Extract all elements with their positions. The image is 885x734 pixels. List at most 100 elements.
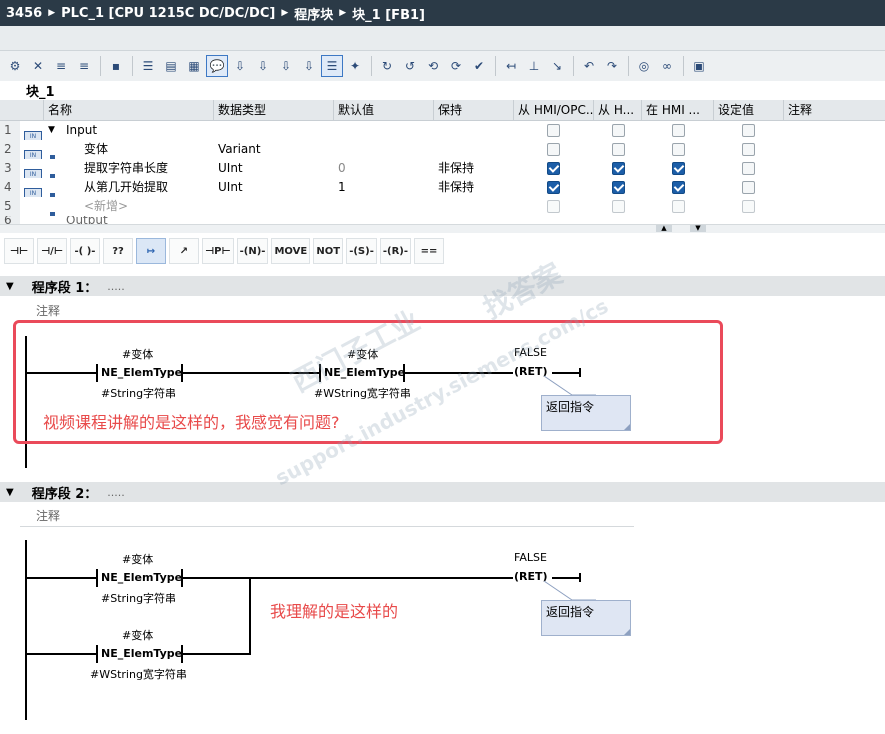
set-coil-button[interactable]: -(S)- [346,238,377,264]
network-2-header[interactable]: ▼ 程序段 2： ..... [0,482,885,502]
close-all-networks-icon[interactable]: ▤ [160,55,182,77]
column-accessible-hmi[interactable]: 从 HMI/OPC... [514,100,594,120]
column-visible-hmi[interactable]: 在 HMI ... [642,100,714,120]
row-datatype[interactable]: Variant [218,140,332,159]
scroll-down-icon[interactable]: ▼ [690,225,706,232]
go-to-error-icon[interactable]: ↻ [376,55,398,77]
hmi-accessible-checkbox[interactable] [547,181,560,194]
scroll-up-icon[interactable]: ▲ [656,225,672,232]
coil-button[interactable]: -( )- [70,238,100,264]
contact-type[interactable]: #String字符串 [101,590,176,606]
breadcrumb-block[interactable]: 块_1 [FB1] [352,4,425,23]
ne-elemtype-contact[interactable]: NE_ElemType [101,571,182,584]
hmi-accessible-checkbox[interactable] [547,200,560,213]
hmi-visible-checkbox[interactable] [672,143,685,156]
compare-left-icon[interactable]: ↶ [578,55,600,77]
compare-button[interactable]: == [414,238,445,264]
network-title-placeholder[interactable]: ..... [107,486,124,499]
monitoring-glasses-icon[interactable]: ◎ [633,55,655,77]
absolute-operands-icon[interactable]: ⇩ [229,55,251,77]
previous-error-icon[interactable]: ⟲ [422,55,444,77]
network-comment[interactable]: 注释 [20,300,634,322]
breadcrumb-plc[interactable]: PLC_1 [CPU 1215C DC/DC/DC] [61,6,275,21]
p-contact-button[interactable]: ⊣P⊢ [202,238,234,264]
open-branch-button[interactable]: ↦ [136,238,166,264]
hmi-visible-checkbox[interactable] [672,200,685,213]
contact-type[interactable]: #WString宽字符串 [90,666,187,682]
download-icon[interactable]: ▣ [688,55,710,77]
collapse-triangle-icon[interactable]: ▼ [6,281,14,292]
insert-network-icon[interactable]: ⚙ [4,55,26,77]
ret-value[interactable]: FALSE [514,551,547,564]
hmi-writable-checkbox[interactable] [612,162,625,175]
table-row[interactable]: 1 IN ▼ Input [0,121,885,141]
breadcrumb-project[interactable]: 3456 [6,6,42,21]
toggle-interface-icon[interactable]: ☰ [321,55,343,77]
column-datatype[interactable]: 数据类型 [214,100,334,120]
append-row-icon[interactable]: ≡ [73,55,95,77]
move-button[interactable]: MOVE [271,238,311,264]
delete-network-icon[interactable]: ✕ [27,55,49,77]
open-all-networks-icon[interactable]: ☰ [137,55,159,77]
nc-contact-button[interactable]: ⊣/⊢ [37,238,67,264]
hmi-accessible-checkbox[interactable] [547,124,560,137]
n-coil-button[interactable]: -(N)- [236,238,269,264]
reset-coil-button[interactable]: -(R)- [379,238,412,264]
hmi-accessible-checkbox[interactable] [547,143,560,156]
back-icon[interactable]: ↤ [500,55,522,77]
hmi-visible-checkbox[interactable] [672,162,685,175]
operand-info-icon[interactable]: ⇩ [252,55,274,77]
table-row[interactable]: 5 <新增> [0,197,885,217]
hmi-writable-checkbox[interactable] [612,200,625,213]
step-icon[interactable]: ⊥ [523,55,545,77]
sparkle-icon[interactable]: ✦ [344,55,366,77]
network-comment[interactable]: 注释 [20,505,634,527]
setpoint-checkbox[interactable] [742,181,755,194]
jump-icon[interactable]: ↘ [546,55,568,77]
insert-row-icon[interactable]: ≡ [50,55,72,77]
favorites-icon[interactable]: ⇩ [275,55,297,77]
setpoint-checkbox[interactable] [742,162,755,175]
hmi-writable-checkbox[interactable] [612,181,625,194]
show-favorites-icon[interactable]: ⇩ [298,55,320,77]
table-row[interactable]: 3 IN 提取字符串长度 UInt 0 非保持 [0,159,885,179]
compare-right-icon[interactable]: ↷ [601,55,623,77]
not-button[interactable]: NOT [313,238,344,264]
ne-elemtype-contact[interactable]: NE_ElemType [101,647,182,660]
refresh-calls-icon[interactable]: ⟳ [445,55,467,77]
row-retain[interactable]: 非保持 [438,159,512,178]
hmi-visible-checkbox[interactable] [672,124,685,137]
column-writable-hmi[interactable]: 从 H... [594,100,642,120]
setpoint-checkbox[interactable] [742,143,755,156]
contact-operand[interactable]: #变体 [122,627,153,643]
row-default[interactable]: 0 [338,159,432,178]
column-comment[interactable]: 注释 [784,100,885,120]
navigation-icon[interactable]: ▦ [183,55,205,77]
row-default[interactable]: 1 [338,178,432,197]
table-row[interactable]: 4 IN 从第几开始提取 UInt 1 非保持 [0,178,885,198]
breadcrumb-program-blocks[interactable]: 程序块 [294,4,333,23]
column-default[interactable]: 默认值 [334,100,434,120]
setpoint-checkbox[interactable] [742,124,755,137]
setpoint-checkbox[interactable] [742,200,755,213]
row-retain[interactable]: 非保持 [438,178,512,197]
monitor-icon[interactable]: ▪ [105,55,127,77]
collapse-triangle-icon[interactable]: ▼ [6,487,14,498]
hmi-visible-checkbox[interactable] [672,181,685,194]
column-setpoint[interactable]: 设定值 [714,100,784,120]
network-comments-icon[interactable]: 💬 [206,55,228,77]
hmi-writable-checkbox[interactable] [612,143,625,156]
table-row[interactable]: 2 IN 变体 Variant [0,140,885,160]
monitor-on-off-icon[interactable]: ∞ [656,55,678,77]
close-branch-button[interactable]: ↗ [169,238,199,264]
add-new-row[interactable]: <新增> [84,197,212,216]
column-retain[interactable]: 保持 [434,100,514,120]
row-datatype[interactable]: UInt [218,178,332,197]
row-datatype[interactable]: UInt [218,159,332,178]
network-1-header[interactable]: ▼ 程序段 1： ..... [0,276,885,296]
interface-scrollbar[interactable]: ▲ ▼ [0,224,885,233]
contact-operand[interactable]: #变体 [122,551,153,567]
column-name[interactable]: 名称 [44,100,214,120]
update-block-icon[interactable]: ✔ [468,55,490,77]
next-error-icon[interactable]: ↺ [399,55,421,77]
